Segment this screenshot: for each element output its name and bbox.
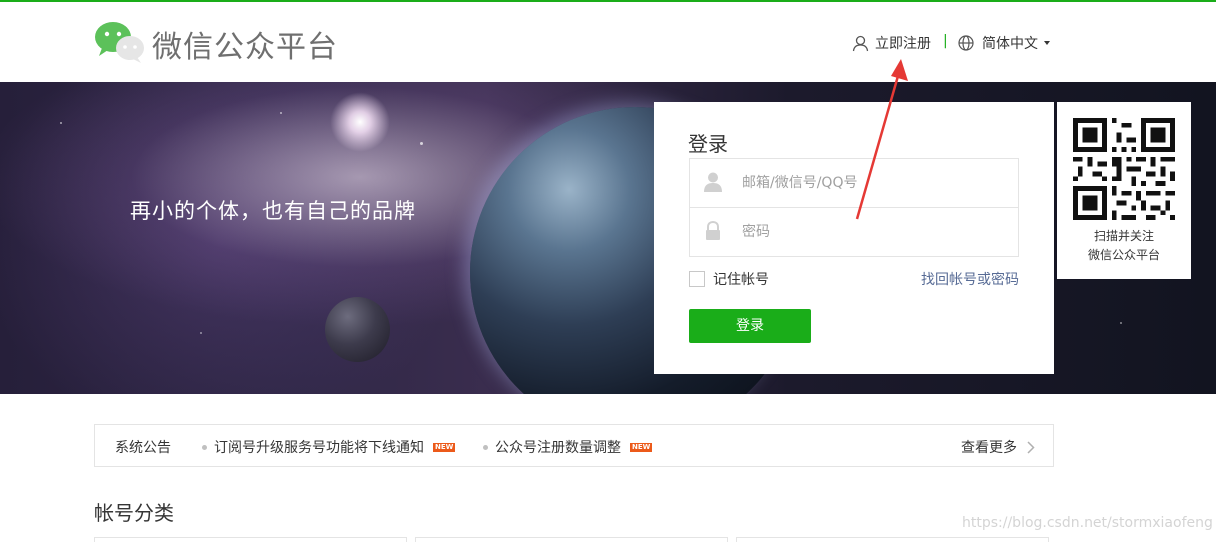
star <box>280 112 282 114</box>
login-title: 登录 <box>688 132 728 156</box>
category-card[interactable] <box>415 537 728 542</box>
remember-label: 记住帐号 <box>713 272 769 288</box>
register-label: 立即注册 <box>875 36 931 52</box>
notice-item-text: 订阅号升级服务号功能将下线通知 <box>214 440 424 456</box>
star <box>200 332 202 334</box>
view-more-link[interactable]: 查看更多 <box>961 437 1035 457</box>
qr-panel: 扫描并关注 微信公众平台 <box>1057 102 1191 279</box>
user-icon <box>704 172 722 192</box>
star <box>60 122 62 124</box>
login-button[interactable]: 登录 <box>689 309 811 343</box>
header: 微信公众平台 立即注册 | 简体中文 <box>0 2 1216 82</box>
remember-checkbox[interactable] <box>689 271 705 287</box>
language-label: 简体中文 <box>982 36 1038 52</box>
qr-caption-line2: 微信公众平台 <box>1087 248 1160 262</box>
register-link[interactable]: 立即注册 <box>852 33 931 53</box>
light-flare <box>330 92 390 152</box>
remember-account[interactable]: 记住帐号 <box>689 269 769 289</box>
watermark-text: https://blog.csdn.net/stormxiaofeng <box>962 515 1213 531</box>
star <box>420 142 423 145</box>
moon-image <box>325 297 390 362</box>
category-card[interactable] <box>736 537 1049 542</box>
star <box>1120 322 1122 324</box>
notice-item-text: 公众号注册数量调整 <box>495 440 621 456</box>
new-badge: NEW <box>630 442 653 452</box>
new-badge: NEW <box>433 442 456 452</box>
globe-icon <box>958 35 974 51</box>
qr-caption-line1: 扫描并关注 <box>1093 229 1154 243</box>
wechat-logo-icon <box>95 22 144 63</box>
banner-slogan: 再小的个体，也有自己的品牌 <box>130 199 416 223</box>
category-card[interactable] <box>94 537 407 542</box>
forgot-account-link[interactable]: 找回帐号或密码 <box>921 269 1019 289</box>
qr-code-image <box>1073 118 1175 220</box>
chevron-right-icon <box>1027 440 1035 454</box>
account-category-title: 帐号分类 <box>94 501 174 525</box>
lock-icon <box>706 221 720 240</box>
view-more-label: 查看更多 <box>961 440 1017 456</box>
notice-item[interactable]: 订阅号升级服务号功能将下线通知 NEW <box>202 437 456 457</box>
red-arrow-annotation <box>855 59 908 220</box>
notice-title: 系统公告 <box>115 440 171 456</box>
header-separator: | <box>943 33 948 49</box>
bullet-dot <box>202 444 207 450</box>
notice-bar: 系统公告 订阅号升级服务号功能将下线通知 NEW 公众号注册数量调整 NEW 查… <box>94 424 1054 467</box>
user-icon <box>852 35 869 51</box>
bullet-dot <box>483 444 488 450</box>
chevron-down-icon <box>1044 41 1050 45</box>
notice-item[interactable]: 公众号注册数量调整 NEW <box>483 437 653 457</box>
site-title: 微信公众平台 <box>152 30 338 65</box>
language-selector[interactable]: 简体中文 <box>958 33 1050 53</box>
